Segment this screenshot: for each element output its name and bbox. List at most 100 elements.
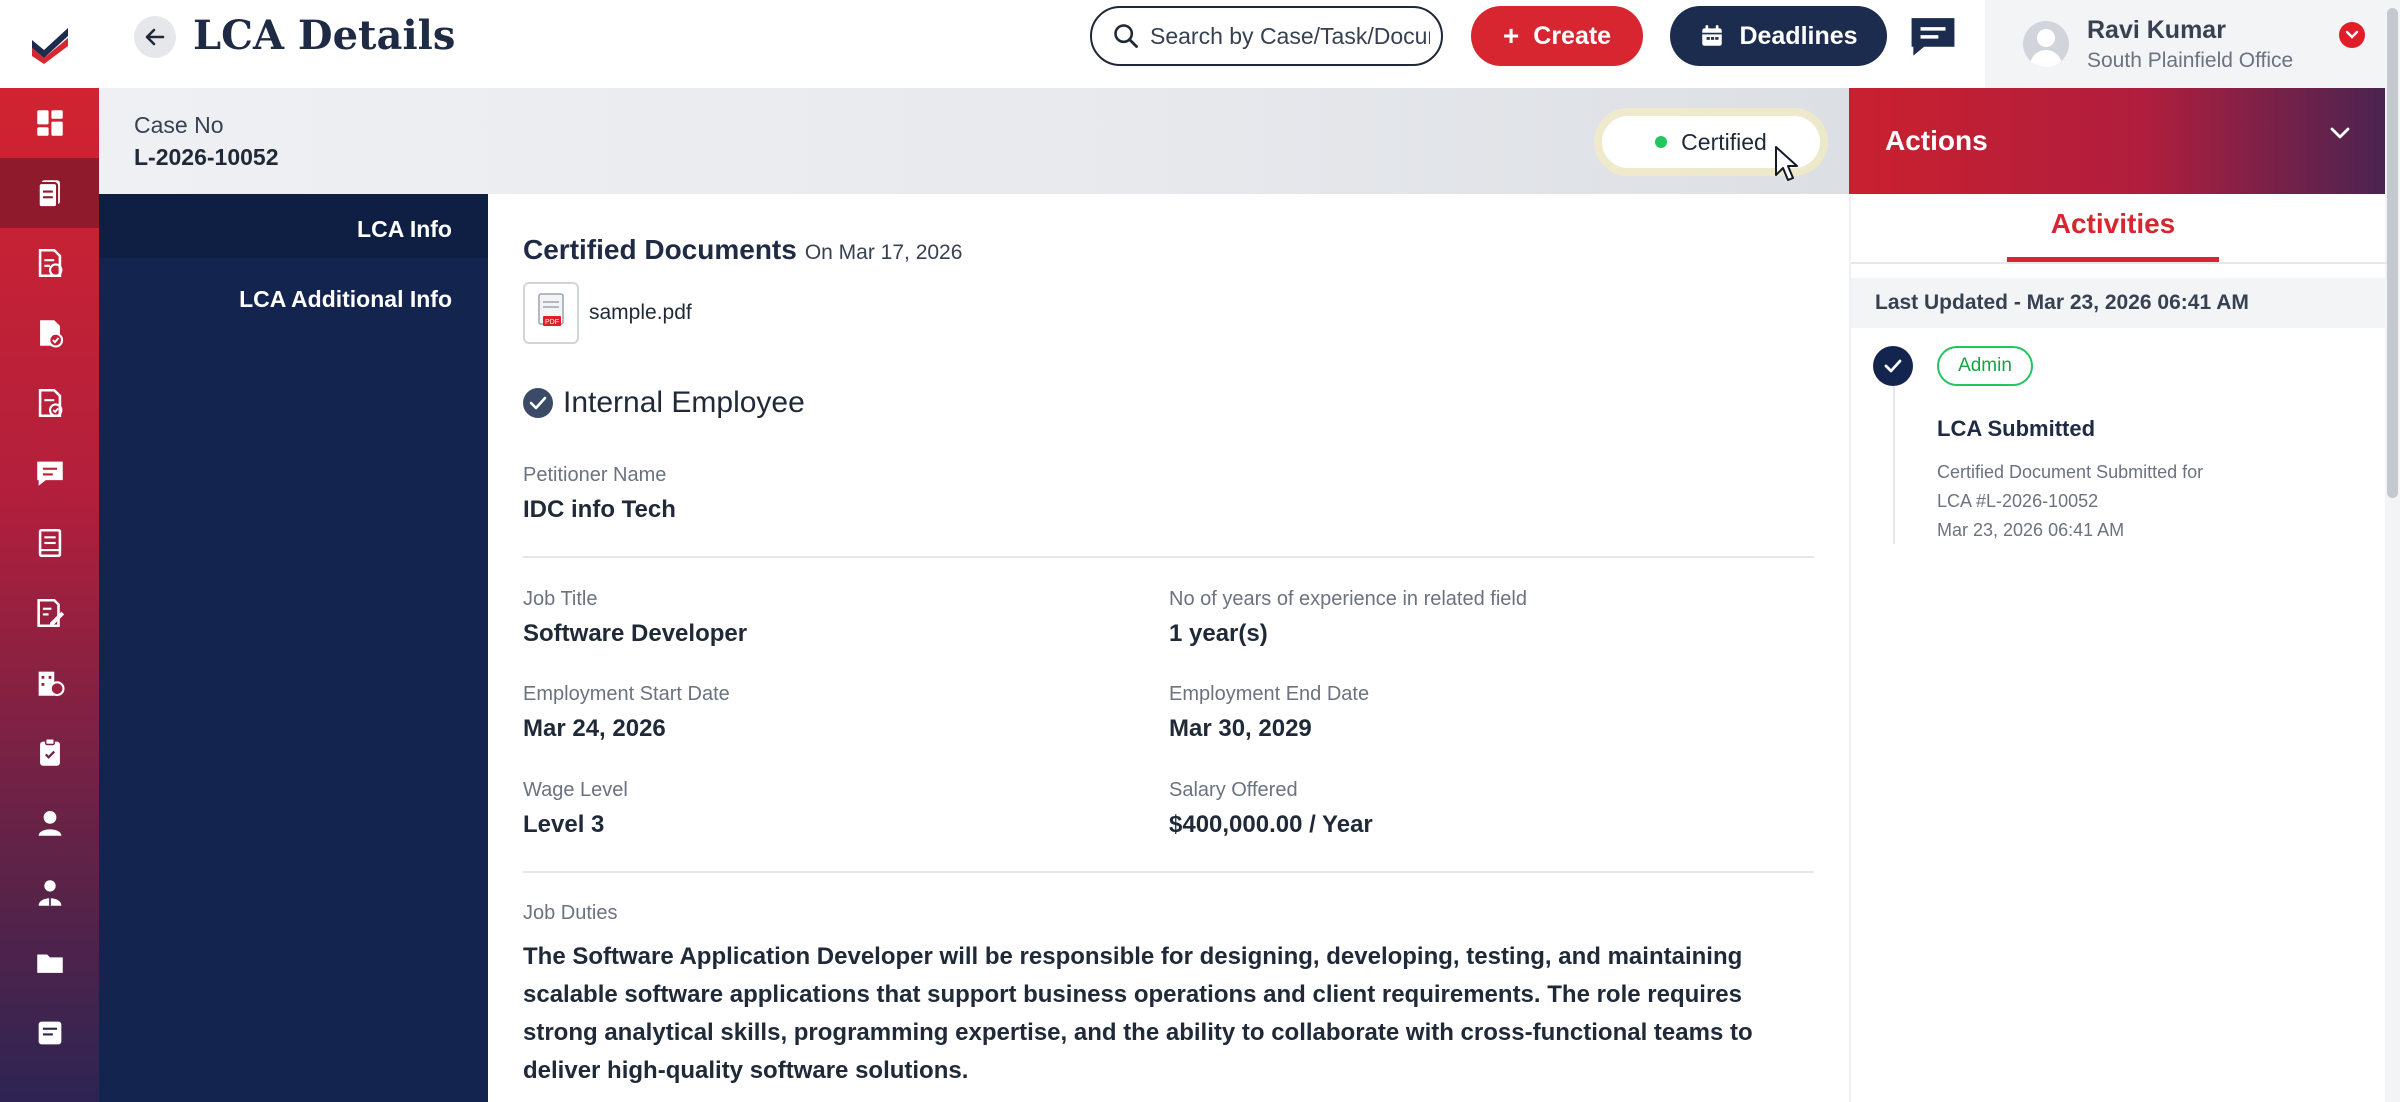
create-button[interactable]: + Create bbox=[1471, 6, 1643, 66]
search-icon bbox=[1114, 24, 1138, 48]
scrollbar-thumb[interactable] bbox=[2387, 8, 2398, 498]
experience-value: 1 year(s) bbox=[1169, 620, 1268, 647]
petitioner-name-value: IDC info Tech bbox=[523, 496, 676, 523]
end-date-label: Employment End Date bbox=[1169, 683, 1370, 705]
nav-cases[interactable] bbox=[0, 158, 99, 228]
user-icon bbox=[38, 810, 61, 836]
buildings-icon bbox=[38, 671, 65, 697]
notes-icon bbox=[38, 1021, 61, 1045]
messages-icon bbox=[36, 461, 63, 486]
ledger-icon bbox=[38, 528, 61, 558]
employee-icon bbox=[38, 880, 61, 906]
start-date-label: Employment Start Date bbox=[523, 683, 730, 705]
employee-type-label: Internal Employee bbox=[563, 386, 805, 419]
nav-approved-docs[interactable] bbox=[0, 368, 99, 438]
case-no-value: L-2026-10052 bbox=[134, 144, 279, 170]
section-nav: LCA Info LCA Additional Info bbox=[99, 194, 488, 1102]
job-title-label: Job Title bbox=[523, 588, 598, 610]
section-divider bbox=[523, 871, 1814, 873]
clipboard-icon bbox=[39, 738, 60, 766]
user-name: Ravi Kumar bbox=[2087, 15, 2226, 44]
section-lca-info[interactable]: LCA Info bbox=[357, 216, 452, 243]
section-divider bbox=[523, 556, 1814, 558]
tab-activities[interactable]: Activities bbox=[2007, 208, 2219, 262]
section-lca-additional-info[interactable]: LCA Additional Info bbox=[239, 286, 452, 313]
arrow-left-icon bbox=[145, 28, 165, 46]
folder-icon bbox=[36, 954, 63, 973]
tab-divider bbox=[1851, 262, 2387, 264]
activity-description: Certified Document Submitted for LCA #L-… bbox=[1937, 458, 2277, 545]
end-date-value: Mar 30, 2029 bbox=[1169, 715, 1312, 742]
edit-forms-icon bbox=[36, 598, 64, 628]
create-button-label: Create bbox=[1533, 21, 1612, 50]
page-title: LCA Details bbox=[193, 12, 456, 59]
pdf-file-icon: PDF bbox=[523, 282, 579, 344]
nav-users[interactable] bbox=[0, 788, 99, 858]
salary-label: Salary Offered bbox=[1169, 779, 1298, 801]
nav-messages[interactable] bbox=[0, 438, 99, 508]
pdf-type-label: PDF bbox=[545, 319, 559, 326]
nav-tasks[interactable] bbox=[0, 718, 99, 788]
nav-dashboard[interactable] bbox=[0, 88, 99, 158]
activity-desc-line: LCA #L-2026-10052 bbox=[1937, 491, 2099, 511]
back-button[interactable] bbox=[134, 16, 176, 58]
calendar-icon bbox=[1702, 25, 1723, 46]
certified-documents-heading: Certified Documents bbox=[523, 234, 797, 265]
nav-employees[interactable] bbox=[0, 858, 99, 928]
search-input[interactable] bbox=[1150, 22, 1430, 50]
chevron-down-icon[interactable] bbox=[2339, 22, 2365, 48]
mouse-pointer-icon bbox=[1775, 146, 1798, 181]
chat-button[interactable] bbox=[1907, 14, 1959, 58]
job-duties-value: The Software Application Developer will … bbox=[523, 943, 1753, 1084]
status-label: Certified bbox=[1681, 128, 1767, 155]
app-logo[interactable] bbox=[0, 0, 99, 88]
document-attachment[interactable]: PDF sample.pdf bbox=[523, 282, 692, 344]
certified-documents-title: Certified Documents On Mar 17, 2026 bbox=[523, 234, 962, 266]
nav-documents[interactable] bbox=[0, 228, 99, 298]
check-circle-icon bbox=[523, 388, 553, 418]
petitioner-name-label: Petitioner Name bbox=[523, 464, 667, 486]
logo-icon bbox=[31, 28, 68, 64]
dashboard-icon bbox=[36, 110, 63, 136]
activity-panel: Activities Last Updated - Mar 23, 2026 0… bbox=[1849, 194, 2387, 1102]
top-header: LCA Details + Create Deadlines Ravi Kuma… bbox=[99, 0, 2385, 88]
activity-title: LCA Submitted bbox=[1937, 416, 2096, 441]
actions-dropdown[interactable]: Actions bbox=[1849, 88, 2385, 194]
start-date-value: Mar 24, 2026 bbox=[523, 715, 666, 742]
case-no-label: Case No bbox=[134, 112, 224, 138]
user-office: South Plainfield Office bbox=[2087, 48, 2294, 72]
timeline-line bbox=[1893, 384, 1895, 544]
certified-date: On Mar 17, 2026 bbox=[804, 241, 963, 264]
documents-check-icon bbox=[38, 248, 62, 278]
salary-value: $400,000.00 / Year bbox=[1169, 811, 1373, 838]
activity-desc-line: Certified Document Submitted for bbox=[1937, 462, 2204, 482]
nav-folders[interactable] bbox=[0, 928, 99, 998]
actions-title: Actions bbox=[1885, 125, 1988, 156]
deadlines-button-label: Deadlines bbox=[1739, 21, 1858, 50]
page-scrollbar[interactable] bbox=[2385, 0, 2400, 1102]
nav-buildings[interactable] bbox=[0, 648, 99, 718]
search-box[interactable] bbox=[1090, 6, 1443, 66]
approved-docs-icon bbox=[38, 388, 62, 418]
experience-label: No of years of experience in related fie… bbox=[1169, 588, 1527, 610]
file-name[interactable]: sample.pdf bbox=[589, 301, 692, 325]
plus-icon: + bbox=[1502, 20, 1520, 51]
employee-type-heading: Internal Employee bbox=[523, 386, 805, 420]
job-duties-label: Job Duties bbox=[523, 902, 618, 924]
user-menu[interactable]: Ravi Kumar South Plainfield Office bbox=[1985, 0, 2385, 88]
status-dot-icon bbox=[1655, 136, 1668, 148]
role-badge: Admin bbox=[1937, 346, 2033, 386]
reports-icon bbox=[39, 320, 63, 348]
activity-timestamp: Mar 23, 2026 06:41 AM bbox=[1937, 520, 2125, 540]
chevron-down-icon bbox=[2330, 127, 2350, 139]
nav-ledger[interactable] bbox=[0, 508, 99, 578]
deadlines-button[interactable]: Deadlines bbox=[1670, 6, 1887, 66]
case-header: Case No L-2026-10052 Certified bbox=[99, 88, 1849, 194]
job-title-value: Software Developer bbox=[523, 620, 748, 647]
wage-level-value: Level 3 bbox=[523, 811, 605, 838]
nav-reports[interactable] bbox=[0, 298, 99, 368]
last-updated: Last Updated - Mar 23, 2026 06:41 AM bbox=[1851, 278, 2387, 328]
nav-forms[interactable] bbox=[0, 578, 99, 648]
nav-notes[interactable] bbox=[0, 998, 99, 1068]
app-sidebar bbox=[0, 0, 99, 1102]
